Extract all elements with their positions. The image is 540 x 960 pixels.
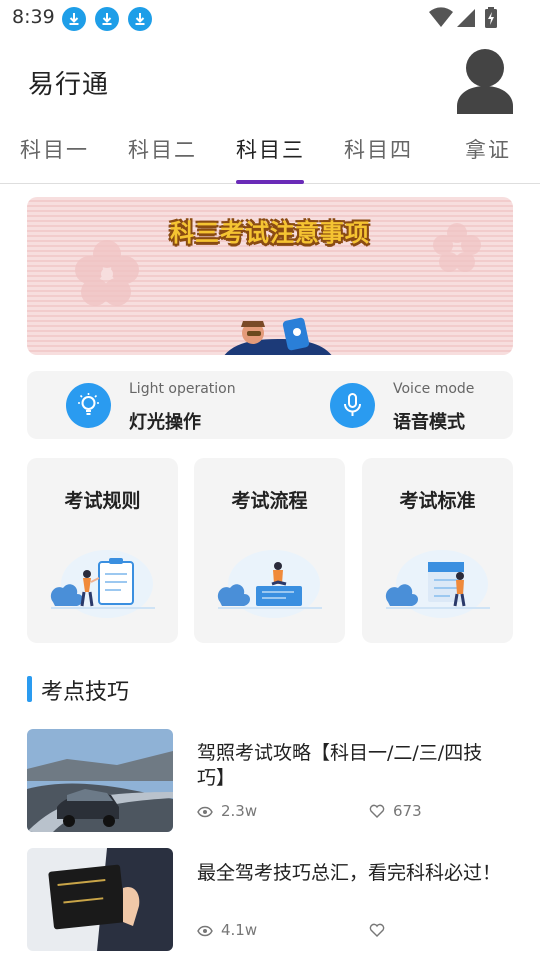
voice-mode-button[interactable]: 语音模式 <box>393 408 465 434</box>
exam-standard-card[interactable]: 考试标准 <box>362 458 513 643</box>
exam-standard-title: 考试标准 <box>399 490 476 512</box>
cartoon-driver-illustration-icon <box>224 317 332 355</box>
status-bar: 8:39 <box>0 0 540 36</box>
app-title: 易行通 <box>28 70 110 100</box>
microphone-icon[interactable] <box>330 383 375 428</box>
article-title[interactable]: 驾照考试攻略【科目一/二/三/四技巧】 <box>197 741 507 791</box>
likes-count: 673 <box>393 802 422 820</box>
article-views: 2.3w <box>197 802 257 820</box>
lightbulb-icon[interactable] <box>66 383 111 428</box>
banner[interactable]: 科三考试注意事项 <box>27 197 513 355</box>
user-avatar-icon[interactable] <box>456 48 514 114</box>
article-likes[interactable]: 673 <box>369 802 422 820</box>
views-count: 2.3w <box>221 802 258 820</box>
active-tab-indicator <box>236 180 304 184</box>
tab-subject-3[interactable]: 科目三 <box>236 134 305 164</box>
desk-person-illustration-icon <box>217 550 322 618</box>
exam-process-card[interactable]: 考试流程 <box>194 458 345 643</box>
tab-subject-4[interactable]: 科目四 <box>344 134 413 164</box>
download-notification-icon <box>95 7 119 31</box>
voice-mode-label-en: Voice mode <box>393 381 475 397</box>
views-count: 4.1w <box>221 921 258 939</box>
heart-icon <box>369 804 385 818</box>
eye-icon <box>197 806 213 818</box>
section-title: 考点技巧 <box>41 680 130 705</box>
exam-process-title: 考试流程 <box>231 490 308 512</box>
article-thumbnail[interactable] <box>27 729 173 832</box>
status-time: 8:39 <box>12 6 55 28</box>
cellular-signal-icon <box>457 9 475 27</box>
download-notification-icon <box>62 7 86 31</box>
subject-tab-bar: 科目一 科目二 科目三 科目四 拿证 <box>0 126 540 184</box>
document-person-illustration-icon <box>385 550 490 618</box>
eye-icon <box>197 925 213 937</box>
tab-subject-1[interactable]: 科目一 <box>20 134 89 164</box>
tab-get-license[interactable]: 拿证 <box>465 134 511 164</box>
mode-selector-card: Light operation 灯光操作 Voice mode 语音模式 <box>27 371 513 439</box>
banner-title: 科三考试注意事项 <box>170 219 370 247</box>
section-accent-bar <box>27 676 32 702</box>
article-thumbnail[interactable] <box>27 848 173 951</box>
clipboard-illustration-icon <box>50 550 155 618</box>
battery-charging-icon <box>485 7 497 28</box>
exam-rules-title: 考试规则 <box>64 490 141 512</box>
light-operation-label-en: Light operation <box>129 381 236 397</box>
tab-subject-2[interactable]: 科目二 <box>128 134 197 164</box>
article-views: 4.1w <box>197 921 257 939</box>
download-notification-icon <box>128 7 152 31</box>
wifi-icon <box>429 7 453 28</box>
exam-rules-card[interactable]: 考试规则 <box>27 458 178 643</box>
light-operation-button[interactable]: 灯光操作 <box>129 408 201 434</box>
article-title[interactable]: 最全驾考技巧总汇，看完科科必过！ <box>197 861 507 886</box>
article-likes[interactable] <box>369 921 393 939</box>
heart-icon <box>369 923 385 937</box>
